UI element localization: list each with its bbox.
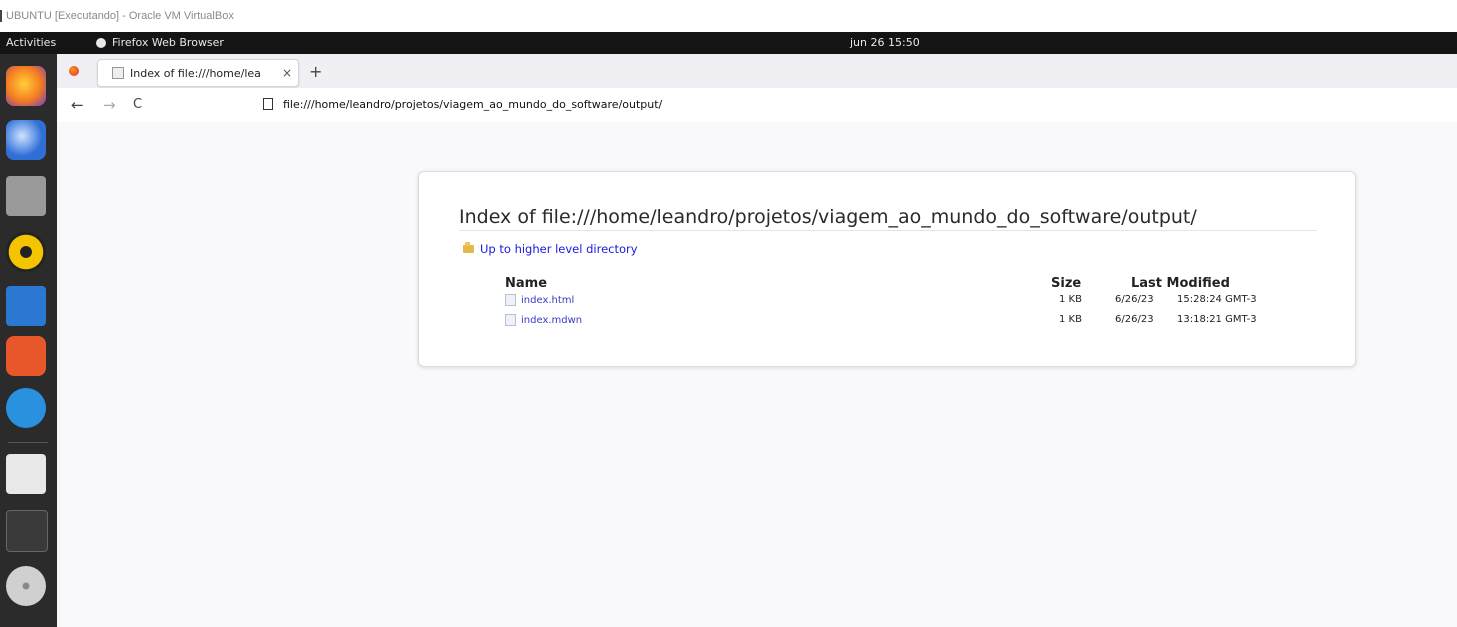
tab-index[interactable]: Index of file:///home/lea × bbox=[97, 59, 299, 87]
software-icon[interactable] bbox=[6, 336, 46, 376]
page-title: Index of file:///home/leandro/projetos/v… bbox=[459, 206, 1197, 228]
file-icon bbox=[505, 294, 516, 306]
url-text: file:///home/leandro/projetos/viagem_ao_… bbox=[283, 97, 663, 111]
gnome-top-bar: Activities Firefox Web Browser jun 26 15… bbox=[0, 32, 1457, 54]
url-bar[interactable]: file:///home/leandro/projetos/viagem_ao_… bbox=[257, 92, 1457, 116]
dock-separator bbox=[8, 442, 48, 443]
vbox-title-marker bbox=[0, 10, 2, 22]
help-icon[interactable] bbox=[6, 388, 46, 428]
page-content: Index of file:///home/leandro/projetos/v… bbox=[57, 122, 1457, 627]
up-directory-label: Up to higher level directory bbox=[480, 242, 638, 256]
rhythmbox-icon[interactable] bbox=[6, 232, 46, 272]
writer-icon[interactable] bbox=[6, 286, 46, 326]
column-header-name[interactable]: Name bbox=[505, 276, 547, 291]
file-size: 1 KB bbox=[1059, 294, 1082, 305]
back-button[interactable]: ← bbox=[71, 96, 84, 114]
page-info-icon[interactable] bbox=[263, 98, 273, 110]
file-link[interactable]: index.mdwn bbox=[505, 314, 582, 326]
dock bbox=[0, 54, 57, 627]
up-directory-link[interactable]: Up to higher level directory bbox=[463, 242, 638, 256]
file-date: 6/26/23 bbox=[1115, 294, 1154, 305]
table-row: index.mdwn 1 KB 6/26/23 13:18:21 GMT-3 bbox=[419, 314, 1355, 332]
clock[interactable]: jun 26 15:50 bbox=[850, 36, 920, 49]
reload-button[interactable]: C bbox=[133, 97, 142, 112]
file-size: 1 KB bbox=[1059, 314, 1082, 325]
app-menu[interactable]: Firefox Web Browser bbox=[96, 36, 224, 49]
activities-button[interactable]: Activities bbox=[6, 36, 56, 49]
table-row: index.html 1 KB 6/26/23 15:28:24 GMT-3 bbox=[419, 294, 1355, 312]
vbox-window-title: UBUNTU [Executando] - Oracle VM VirtualB… bbox=[6, 10, 234, 22]
file-name: index.html bbox=[521, 294, 575, 306]
file-name: index.mdwn bbox=[521, 314, 583, 326]
text-editor-icon[interactable] bbox=[6, 454, 46, 494]
tab-bar: Index of file:///home/lea × + bbox=[57, 54, 1457, 89]
app-menu-label: Firefox Web Browser bbox=[112, 36, 224, 49]
vbox-title-bar: UBUNTU [Executando] - Oracle VM VirtualB… bbox=[0, 0, 1457, 32]
column-header-size[interactable]: Size bbox=[1051, 276, 1081, 291]
new-tab-button[interactable]: + bbox=[309, 62, 322, 81]
file-link[interactable]: index.html bbox=[505, 294, 574, 306]
firefox-icon[interactable] bbox=[6, 66, 46, 106]
firefox-mini-icon bbox=[96, 37, 106, 48]
firefox-window: Index of file:///home/lea × + ← → C file… bbox=[57, 54, 1457, 627]
file-date: 6/26/23 bbox=[1115, 314, 1154, 325]
file-time: 13:18:21 GMT-3 bbox=[1177, 314, 1257, 325]
file-icon bbox=[505, 314, 516, 326]
thunderbird-icon[interactable] bbox=[6, 120, 46, 160]
file-time: 15:28:24 GMT-3 bbox=[1177, 294, 1257, 305]
column-header-modified[interactable]: Last Modified bbox=[1131, 276, 1230, 291]
firefox-view-icon[interactable] bbox=[69, 66, 79, 76]
page-icon bbox=[112, 67, 124, 79]
folder-up-icon bbox=[463, 242, 474, 253]
forward-button[interactable]: → bbox=[103, 96, 116, 114]
files-icon[interactable] bbox=[6, 176, 46, 216]
nav-bar: ← → C file:///home/leandro/projetos/viag… bbox=[57, 88, 1457, 123]
title-divider bbox=[459, 230, 1317, 231]
directory-card: Index of file:///home/leandro/projetos/v… bbox=[418, 171, 1356, 367]
close-tab-icon[interactable]: × bbox=[282, 66, 292, 80]
terminal-icon[interactable] bbox=[6, 510, 48, 552]
tab-label: Index of file:///home/lea bbox=[130, 66, 261, 80]
disc-icon[interactable] bbox=[6, 566, 46, 606]
